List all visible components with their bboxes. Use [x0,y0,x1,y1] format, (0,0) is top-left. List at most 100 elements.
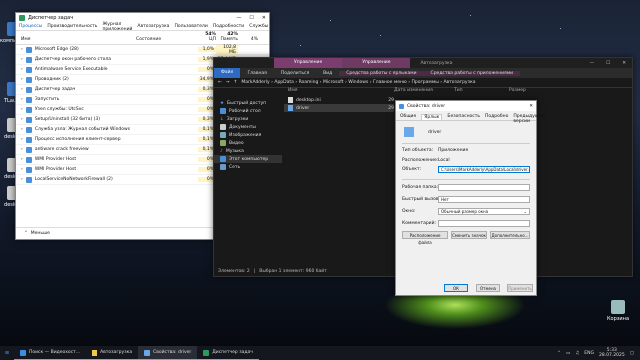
breadcrumb-item[interactable]: Автозагрузка [443,80,475,85]
cancel-button[interactable]: Отмена [476,284,500,292]
chevron-right-icon[interactable]: › [21,97,23,102]
file-row-selected[interactable]: driver 29 [284,104,394,112]
breadcrumb-item[interactable]: AppData [274,80,294,85]
notification-icon[interactable]: ▢ [630,351,634,356]
window-select[interactable]: Обычный размер окна ⌄ [438,208,530,215]
process-name: Служба узла: Журнал событий Windows [34,127,131,132]
tab-security[interactable]: Безопасность [447,114,480,120]
close-icon[interactable]: ✕ [262,15,266,21]
maximize-icon[interactable]: ☐ [249,15,253,21]
nav-downloads[interactable]: ↓ Загрузки [214,115,282,123]
tab-app-history[interactable]: Журнал приложений [102,22,132,32]
nav-network[interactable]: Сеть [214,163,282,171]
breadcrumb-item[interactable]: Программы [411,80,438,85]
breadcrumb-item[interactable]: Microsoft [323,80,343,85]
ribbon-shortcut-tools[interactable]: Средства работы с ярлыками [339,70,424,76]
col-status[interactable]: Состояние [136,37,198,42]
chevron-right-icon[interactable]: › [21,107,23,112]
chevron-right-icon[interactable]: › [21,77,23,82]
apply-button[interactable]: Применить [507,284,533,292]
clock[interactable]: 5:33 28.07.2025 [599,348,625,358]
table-row[interactable]: › Microsoft Edge (28) 1,0% 102,8 МБ [16,44,269,55]
chevron-right-icon[interactable]: › [21,157,23,162]
chevron-right-icon[interactable]: › [21,167,23,172]
close-icon[interactable]: ✕ [529,104,533,109]
col-size[interactable]: Размер [509,88,549,96]
chevron-right-icon[interactable]: › [21,67,23,72]
col-name[interactable]: Имя [284,88,394,96]
col-cpu[interactable]: 54% ЦП [198,32,216,42]
minimize-icon[interactable]: — [236,15,241,21]
change-icon-button[interactable]: Сменить значок [451,231,487,239]
tab-startup[interactable]: Автозагрузка [137,24,169,29]
chevron-right-icon[interactable]: › [21,177,23,182]
nav-pictures[interactable]: Изображения [214,131,282,139]
tab-services[interactable]: Службы [249,24,268,29]
col-memory[interactable]: 42% Память [216,32,238,42]
workdir-field[interactable] [438,184,530,191]
chevron-right-icon[interactable]: › [21,87,23,92]
recycle-bin[interactable]: Корзина [604,300,632,322]
tab-details[interactable]: Подробно [485,114,508,120]
tab-performance[interactable]: Производительность [47,24,97,29]
chevron-right-icon[interactable]: › [21,57,23,62]
context-tab-shortcut[interactable]: Управление [274,58,343,68]
advanced-button[interactable]: Дополнительно... [490,231,530,239]
chevron-right-icon[interactable]: › [21,117,23,122]
context-tab-app[interactable]: Управление [342,58,411,68]
ribbon-app-tools[interactable]: Средства работы с приложениями [423,70,521,76]
tab-previous-versions[interactable]: Предыдущие версии [513,114,544,124]
breadcrumb-item[interactable]: MarkAdderly [241,80,269,85]
ribbon-home[interactable]: Главная [240,71,273,76]
col-disk[interactable]: 4% [238,37,258,42]
tab-general[interactable]: Общие [400,114,416,120]
col-date[interactable]: Дата изменения [394,88,454,96]
nav-this-pc[interactable]: Этот компьютер [214,155,282,163]
chevron-right-icon[interactable]: › [21,137,23,142]
tab-processes[interactable]: Процессы [19,24,42,29]
nav-quick-access[interactable]: ★ Быстрый доступ [214,99,282,107]
process-icon [25,56,32,63]
comment-field[interactable] [438,220,530,227]
maximize-icon[interactable]: ☐ [606,61,610,66]
col-type[interactable]: Тип [454,88,509,96]
start-button[interactable]: ⊞ [0,346,14,360]
network-icon[interactable]: ▭ [566,351,570,356]
tab-shortcut[interactable]: Ярлык [421,114,443,120]
ribbon-share[interactable]: Поделиться [274,71,316,76]
chevron-up-icon[interactable]: ⌃ [557,351,561,356]
hotkey-field[interactable]: Нет [438,196,530,203]
volume-icon[interactable]: ♫ [575,351,579,356]
minimize-icon[interactable]: — [590,61,595,66]
back-icon[interactable]: ← [218,80,222,85]
forward-icon[interactable]: → [226,80,230,85]
ribbon-file[interactable]: Файл [214,68,241,78]
nav-music[interactable]: ♪ Музыка [214,147,282,155]
close-icon[interactable]: ✕ [622,61,626,66]
breadcrumb-item[interactable]: Главное меню [373,80,407,85]
tab-users[interactable]: Пользователи [174,24,207,29]
tab-details[interactable]: Подробности [213,24,244,29]
ribbon-view[interactable]: Вид [316,71,339,76]
target-field[interactable]: C:\Users\MarkAdderly\AppData\Local\drive… [438,166,530,173]
nav-documents[interactable]: Документы [214,123,282,131]
nav-desktop[interactable]: Рабочий стол [214,107,282,115]
up-icon[interactable]: ↑ [234,80,238,85]
address-bar[interactable]: ← → ↑ MarkAdderly › AppData › Roaming › Mi… [214,78,632,88]
cpu-value: 1,0% [198,47,216,52]
ok-button[interactable]: ОК [444,284,468,292]
chevron-right-icon[interactable]: › [21,127,23,132]
taskbar-item-properties[interactable]: Свойства: driver [138,346,198,360]
open-file-location-button[interactable]: Расположение файла [402,231,448,245]
taskbar-item-browser[interactable]: Поиск — Видеохост... [14,346,87,360]
taskbar-item-task-manager[interactable]: Диспетчер задач [197,346,259,360]
taskbar-item-explorer[interactable]: Автозагрузка [86,346,139,360]
language-indicator[interactable]: ENG [584,351,594,356]
breadcrumb-item[interactable]: Roaming [299,80,319,85]
file-row[interactable]: desktop.ini 29 [284,96,394,104]
chevron-right-icon[interactable]: › [21,147,23,152]
nav-videos[interactable]: Видео [214,139,282,147]
col-name[interactable]: Имя [16,37,136,42]
breadcrumb-item[interactable]: Windows [348,80,368,85]
chevron-right-icon[interactable]: › [21,47,23,52]
